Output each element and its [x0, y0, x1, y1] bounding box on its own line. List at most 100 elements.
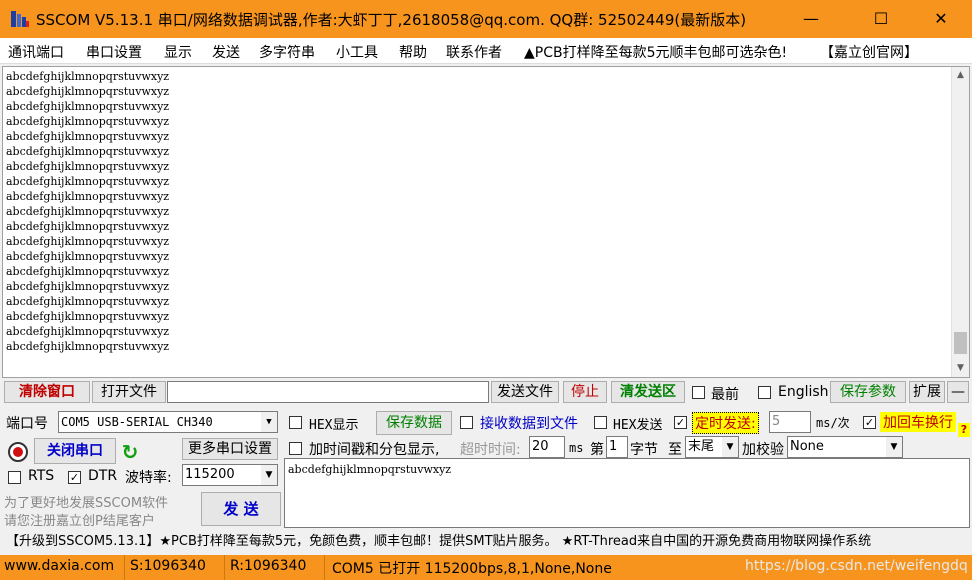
file-path-input[interactable]	[167, 381, 489, 403]
english-checkbox[interactable]	[758, 386, 771, 399]
rts-label: RTS	[28, 468, 55, 484]
baud-select[interactable]: 115200 ▼	[182, 464, 278, 486]
open-file-button[interactable]: 打开文件	[92, 381, 166, 403]
menu-tools[interactable]: 小工具	[336, 42, 378, 62]
send-file-button[interactable]: 发送文件	[491, 381, 559, 403]
timed-send-checkbox[interactable]: ✓	[674, 416, 687, 429]
add-timestamp-label: 加时间戳和分包显示,	[309, 442, 440, 458]
refresh-icon[interactable]: ↻	[119, 441, 141, 463]
hex-send-checkbox[interactable]	[594, 416, 607, 429]
chevron-down-icon: ▼	[261, 412, 277, 432]
status-divider	[124, 555, 125, 580]
receive-line: abcdefghijklmnopqrstuvwxyz	[6, 70, 170, 83]
receive-line: abcdefghijklmnopqrstuvwxyz	[6, 115, 170, 128]
send-button[interactable]: 发 送	[201, 492, 281, 526]
promo-line-1: 为了更好地发展SSCOM软件	[4, 496, 169, 511]
timed-send-label: 定时发送:	[692, 412, 759, 434]
receive-line: abcdefghijklmnopqrstuvwxyz	[6, 160, 170, 173]
timeout-input[interactable]: 20	[529, 436, 565, 458]
menu-multi-string[interactable]: 多字符串	[259, 42, 315, 62]
recv-to-file-checkbox[interactable]	[460, 416, 473, 429]
news-ticker: 【升级到SSCOM5.13.1】★PCB打样降至每款5元，免颜色费，顺丰包邮！提…	[0, 531, 972, 553]
status-sent-count: S:1096340	[130, 558, 206, 574]
minimize-button[interactable]: —	[788, 0, 834, 38]
interval-unit: ms/次	[816, 416, 850, 430]
menu-display[interactable]: 显示	[164, 42, 192, 62]
receive-line: abcdefghijklmnopqrstuvwxyz	[6, 310, 170, 323]
menu-comm-port[interactable]: 通讯端口	[8, 42, 64, 62]
scroll-up-icon[interactable]: ▲	[952, 67, 969, 84]
english-label: English	[778, 384, 829, 400]
save-data-button[interactable]: 保存数据	[376, 411, 452, 435]
receive-scrollbar[interactable]: ▲ ▼	[951, 67, 969, 377]
add-timestamp-checkbox[interactable]	[289, 442, 302, 455]
menu-pcb-promo[interactable]: ▲PCB打样降至每款5元顺丰包邮可选杂色!	[524, 42, 787, 62]
hex-send-label: HEX发送	[613, 418, 663, 433]
interval-input[interactable]: 5	[769, 411, 811, 433]
hex-display-checkbox[interactable]	[289, 416, 302, 429]
receive-line: abcdefghijklmnopqrstuvwxyz	[6, 340, 170, 353]
dtr-checkbox[interactable]: ✓	[68, 471, 81, 484]
status-divider	[324, 555, 325, 580]
scroll-thumb[interactable]	[954, 332, 967, 354]
clear-send-button[interactable]: 清发送区	[611, 381, 685, 403]
help-icon[interactable]: ?	[958, 423, 970, 437]
receive-line: abcdefghijklmnopqrstuvwxyz	[6, 220, 170, 233]
menu-contact-author[interactable]: 联系作者	[446, 42, 502, 62]
clear-window-button[interactable]: 清除窗口	[4, 381, 90, 403]
receive-content: abcdefghijklmnopqrstuvwxyz abcdefghijklmn…	[6, 69, 169, 354]
frontmost-label: 最前	[711, 387, 739, 403]
scroll-down-icon[interactable]: ▼	[952, 360, 969, 377]
receive-textarea[interactable]: abcdefghijklmnopqrstuvwxyz abcdefghijklmn…	[2, 66, 970, 378]
close-port-button[interactable]: 关闭串口	[34, 438, 116, 464]
menu-port-settings[interactable]: 串口设置	[86, 42, 142, 62]
watermark: https://blog.csdn.net/weifengdq	[745, 558, 968, 574]
port-select[interactable]: COM5 USB-SERIAL CH340 ▼	[58, 411, 278, 433]
status-divider	[224, 555, 225, 580]
receive-line: abcdefghijklmnopqrstuvwxyz	[6, 145, 170, 158]
port-select-value: COM5 USB-SERIAL CH340	[61, 415, 213, 429]
to-label: 至	[668, 442, 682, 458]
receive-line: abcdefghijklmnopqrstuvwxyz	[6, 85, 170, 98]
receive-line: abcdefghijklmnopqrstuvwxyz	[6, 100, 170, 113]
append-newline-label: 加回车换行	[880, 412, 956, 432]
status-bar: www.daxia.com S:1096340 R:1096340 COM5 已…	[0, 555, 972, 580]
expand-button[interactable]: 扩展	[909, 381, 945, 403]
receive-line: abcdefghijklmnopqrstuvwxyz	[6, 280, 170, 293]
save-params-button[interactable]: 保存参数	[830, 381, 906, 403]
byte-index-input[interactable]: 1	[606, 436, 628, 458]
receive-line: abcdefghijklmnopqrstuvwxyz	[6, 130, 170, 143]
receive-line: abcdefghijklmnopqrstuvwxyz	[6, 175, 170, 188]
append-newline-checkbox[interactable]: ✓	[863, 416, 876, 429]
frontmost-checkbox[interactable]	[692, 386, 705, 399]
receive-line: abcdefghijklmnopqrstuvwxyz	[6, 265, 170, 278]
chevron-down-icon: ▼	[261, 465, 277, 485]
maximize-button[interactable]: ☐	[858, 0, 904, 38]
menu-send[interactable]: 发送	[212, 42, 240, 62]
collapse-button[interactable]: —	[947, 381, 969, 403]
baud-select-value: 115200	[185, 467, 235, 482]
hex-display-label: HEX显示	[309, 418, 359, 433]
rts-checkbox[interactable]	[8, 471, 21, 484]
chevron-down-icon: ▼	[886, 437, 902, 457]
more-settings-button[interactable]: 更多串口设置	[182, 438, 278, 460]
menu-jlc-website[interactable]: 【嘉立创官网】	[820, 42, 918, 62]
stop-button[interactable]: 停止	[563, 381, 607, 403]
checksum-select[interactable]: None ▼	[787, 436, 903, 458]
receive-line: abcdefghijklmnopqrstuvwxyz	[6, 205, 170, 218]
promo-line-2: 请您注册嘉立创P结尾客户	[4, 514, 155, 529]
menu-bar: 通讯端口 串口设置 显示 发送 多字符串 小工具 帮助 联系作者 ▲PCB打样降…	[0, 38, 972, 64]
byte-prefix-label: 第	[590, 442, 604, 458]
send-textarea[interactable]: abcdefghijklmnopqrstuvwxyz	[284, 458, 970, 528]
app-icon	[10, 9, 30, 29]
timeout-label: 超时时间:	[460, 442, 521, 458]
title-bar: SSCOM V5.13.1 串口/网络数据调试器,作者:大虾丁丁,2618058…	[0, 0, 972, 38]
close-button[interactable]: ✕	[918, 0, 964, 38]
port-status-icon	[8, 442, 28, 462]
receive-line: abcdefghijklmnopqrstuvwxyz	[6, 250, 170, 263]
status-website[interactable]: www.daxia.com	[4, 558, 114, 574]
receive-line: abcdefghijklmnopqrstuvwxyz	[6, 325, 170, 338]
end-select[interactable]: 末尾 ▼	[685, 436, 739, 458]
menu-help[interactable]: 帮助	[399, 42, 427, 62]
timeout-unit: ms	[569, 441, 584, 455]
